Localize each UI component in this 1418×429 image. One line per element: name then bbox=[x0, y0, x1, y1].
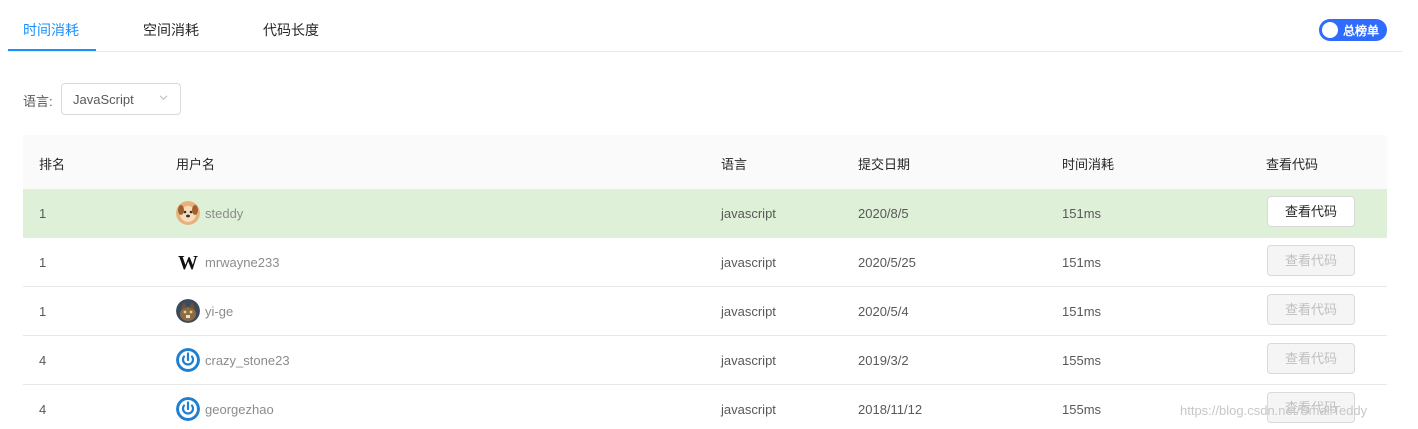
header-time-cost: 时间消耗 bbox=[1062, 157, 1115, 172]
view-code-button[interactable]: 查看代码 bbox=[1267, 343, 1355, 374]
tab-code-length[interactable]: 代码长度 bbox=[263, 20, 319, 40]
language-cell: javascript bbox=[721, 304, 776, 319]
date-cell: 2020/5/25 bbox=[858, 255, 916, 270]
date-cell: 2020/8/5 bbox=[858, 206, 909, 221]
w-letter-avatar-icon: W bbox=[176, 250, 200, 274]
ranking-table: 排名 用户名 语言 提交日期 时间消耗 查看代码 1 steddy javasc bbox=[23, 135, 1387, 429]
username[interactable]: steddy bbox=[205, 206, 243, 221]
rank-cell: 4 bbox=[39, 353, 47, 368]
svg-text:W: W bbox=[178, 252, 198, 274]
table-row: 1 yi-ge javascript 2020/5/4 151ms 查看代码 bbox=[23, 287, 1387, 336]
overall-leaderboard-toggle[interactable]: 总榜单 bbox=[1319, 19, 1387, 41]
toggle-knob bbox=[1322, 22, 1338, 38]
time-cell: 151ms bbox=[1062, 206, 1102, 221]
header-rank: 排名 bbox=[39, 157, 66, 172]
table-header: 排名 用户名 语言 提交日期 时间消耗 查看代码 bbox=[23, 135, 1387, 189]
dog-avatar-icon bbox=[176, 201, 200, 225]
language-cell: javascript bbox=[721, 353, 776, 368]
language-cell: javascript bbox=[721, 402, 776, 417]
user-cell: crazy_stone23 bbox=[176, 348, 290, 372]
tab-time-cost[interactable]: 时间消耗 bbox=[23, 20, 79, 40]
tab-space-cost[interactable]: 空间消耗 bbox=[143, 20, 199, 40]
user-cell: W mrwayne233 bbox=[176, 250, 279, 274]
username[interactable]: mrwayne233 bbox=[205, 255, 279, 270]
language-cell: javascript bbox=[721, 255, 776, 270]
rank-cell: 1 bbox=[39, 206, 47, 221]
user-cell: georgezhao bbox=[176, 397, 274, 421]
table-row: 1 steddy javascript 2020/8/5 151ms 查看代码 bbox=[23, 189, 1387, 238]
header-username: 用户名 bbox=[176, 157, 216, 172]
header-language: 语言 bbox=[721, 157, 748, 172]
username[interactable]: georgezhao bbox=[205, 402, 274, 417]
view-code-button[interactable]: 查看代码 bbox=[1267, 245, 1355, 276]
leaderboard-tabs: 时间消耗 空间消耗 代码长度 bbox=[8, 0, 1402, 52]
user-cell: steddy bbox=[176, 201, 243, 225]
table-row: 1 W mrwayne233 javascript 2020/5/25 151m… bbox=[23, 238, 1387, 287]
rank-cell: 1 bbox=[39, 304, 47, 319]
chevron-down-icon bbox=[159, 95, 168, 101]
time-cell: 151ms bbox=[1062, 304, 1102, 319]
header-view-code: 查看代码 bbox=[1266, 157, 1319, 172]
date-cell: 2020/5/4 bbox=[858, 304, 909, 319]
time-cell: 155ms bbox=[1062, 353, 1102, 368]
language-select-value: JavaScript bbox=[73, 92, 134, 107]
language-select[interactable]: JavaScript bbox=[61, 83, 181, 115]
time-cell: 151ms bbox=[1062, 255, 1102, 270]
view-code-button[interactable]: 查看代码 bbox=[1267, 196, 1355, 227]
view-code-button[interactable]: 查看代码 bbox=[1267, 294, 1355, 325]
watermark-text: https://blog.csdn.net/SmallTeddy bbox=[1180, 403, 1368, 418]
rank-cell: 4 bbox=[39, 402, 47, 417]
language-cell: javascript bbox=[721, 206, 776, 221]
table-row: 4 crazy_stone23 javascript 2019/3/2 155m… bbox=[23, 336, 1387, 385]
date-cell: 2018/11/12 bbox=[858, 402, 923, 417]
power-avatar-icon bbox=[176, 348, 200, 372]
username[interactable]: yi-ge bbox=[205, 304, 233, 319]
date-cell: 2019/3/2 bbox=[858, 353, 909, 368]
active-tab-indicator bbox=[8, 49, 96, 51]
header-submit-date: 提交日期 bbox=[858, 157, 911, 172]
username[interactable]: crazy_stone23 bbox=[205, 353, 290, 368]
rank-cell: 1 bbox=[39, 255, 47, 270]
time-cell: 155ms bbox=[1062, 402, 1102, 417]
language-filter-label: 语言: bbox=[23, 94, 53, 109]
cat-photo-avatar-icon bbox=[176, 299, 200, 323]
power-avatar-icon bbox=[176, 397, 200, 421]
user-cell: yi-ge bbox=[176, 299, 233, 323]
toggle-label: 总榜单 bbox=[1343, 24, 1380, 38]
